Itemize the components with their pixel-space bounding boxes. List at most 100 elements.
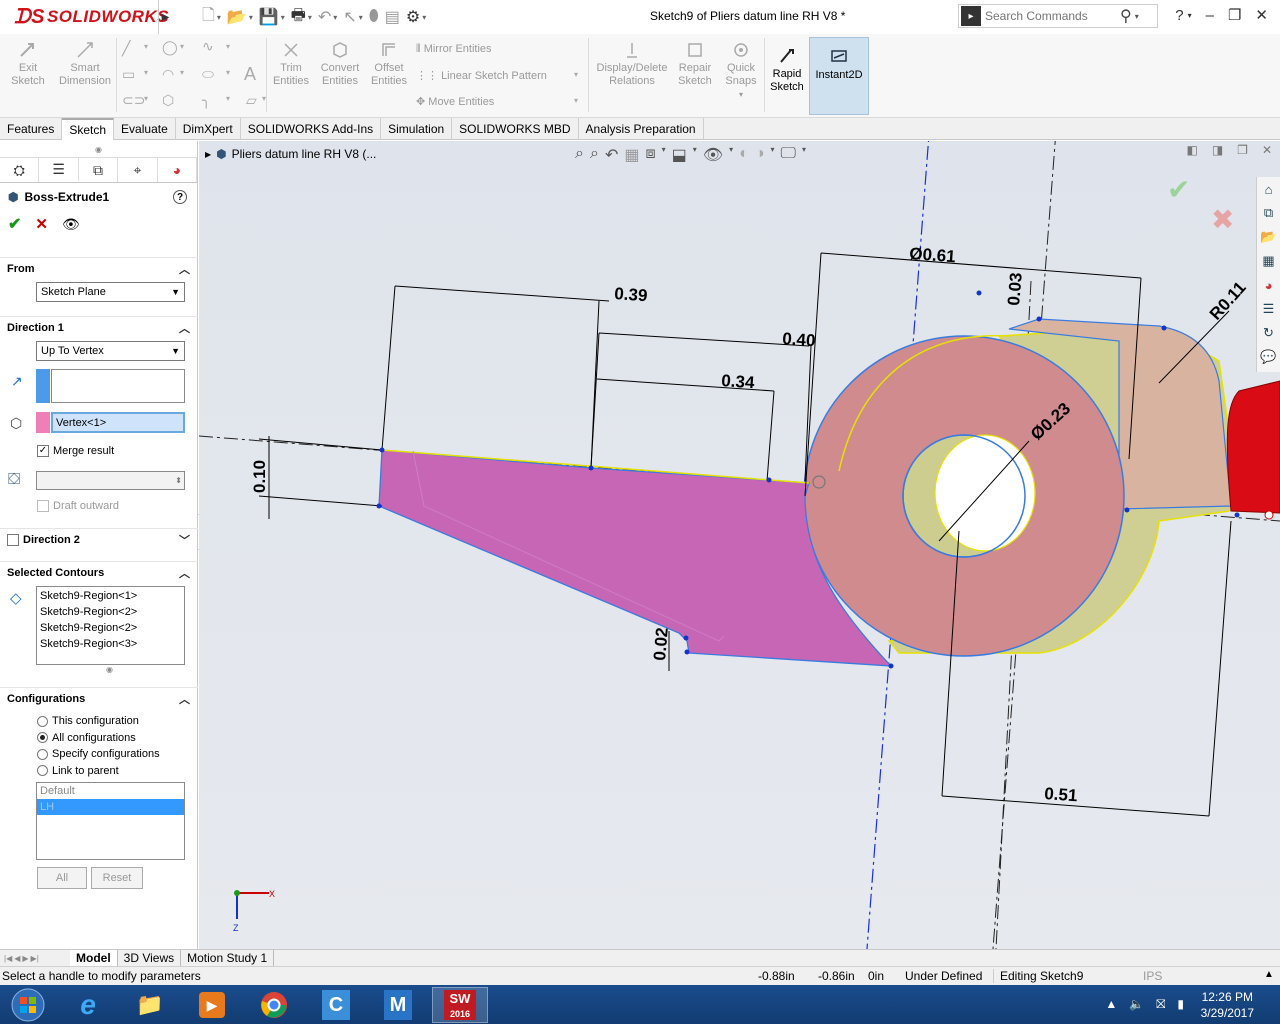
tab-mbd[interactable]: SOLIDWORKS MBD [452,118,579,140]
tab-sketch[interactable]: Sketch [62,118,115,140]
display-style-caret-icon[interactable]: ▾ [693,145,697,165]
design-library-icon[interactable]: ⧉ [1257,201,1280,225]
view-orientation-icon[interactable]: ⧈ [645,145,655,165]
undo-icon[interactable]: ↶ [318,7,331,27]
draft-angle-field[interactable]: ⬍ [36,471,185,490]
edit-appearance-icon[interactable]: ◐ [739,145,749,165]
repair-sketch-button[interactable]: Repair Sketch [674,40,716,88]
status-caret-icon[interactable]: ▲ [1264,969,1274,980]
radio-link-to-parent[interactable]: Link to parent [37,763,160,780]
network-icon[interactable]: ⛝ [1156,997,1165,1012]
arc-caret-icon[interactable]: ▾ [180,68,184,77]
move-entities-button[interactable]: ✥ Move Entities [416,95,494,108]
mirror-entities-button[interactable]: ⫴ Mirror Entities [416,43,492,56]
hide-show-caret-icon[interactable]: ▾ [729,145,733,165]
property-manager-tab[interactable]: ☰ [39,158,79,182]
circle-caret-icon[interactable]: ▾ [180,42,184,51]
file-explorer-icon[interactable]: 📁 [122,987,178,1023]
minimize-icon[interactable]: – [1206,7,1214,24]
configurations-list[interactable]: Default LH [36,782,185,860]
quick-snaps-caret-icon[interactable]: ▾ [720,88,762,101]
slot-caret-icon[interactable]: ▾ [144,94,148,103]
convert-entities-button[interactable]: Convert Entities [316,40,364,88]
collapse-chevron-icon[interactable]: ︿ [179,691,190,707]
tab-addins[interactable]: SOLIDWORKS Add-Ins [241,118,382,140]
confirm-cancel-icon[interactable]: ✖ [1211,203,1234,236]
zoom-to-fit-icon[interactable]: ⌕ [575,145,584,165]
viewport-next-icon[interactable]: ◨ [1212,143,1223,157]
undo-caret-icon[interactable]: ▾ [333,13,337,22]
rectangle-caret-icon[interactable]: ▾ [144,68,148,77]
list-item[interactable]: LH [37,799,184,815]
rebuild-icon[interactable]: ⬮ [369,8,379,26]
reset-button[interactable]: Reset [91,867,143,889]
spinner-icon[interactable]: ⬍ [175,476,182,485]
rectangle-icon[interactable]: ▭ [122,66,135,83]
confirm-check-icon[interactable]: ✔ [1167,173,1190,206]
tray-expand-icon[interactable]: ▲ [1105,997,1117,1012]
spline-icon[interactable]: ∿ [202,38,214,55]
vertex-selection-box[interactable]: Vertex<1> [51,412,185,433]
text-icon[interactable]: A [244,64,256,85]
rapid-sketch-button[interactable]: Rapid Sketch [766,46,808,94]
search-commands-box[interactable]: ▸ ⚲▾ [958,4,1158,28]
dim-010[interactable]: 0.10 [250,460,269,493]
exit-sketch-button[interactable]: Exit Sketch [6,40,50,88]
line-caret-icon[interactable]: ▾ [144,42,148,51]
options-gear-icon[interactable]: ⚙ [406,7,420,27]
file-explorer-icon[interactable]: 📂 [1257,225,1280,249]
new-document-icon[interactable]: 🗋 [202,4,215,31]
help-caret-icon[interactable]: ▾ [1188,11,1192,20]
graphics-area[interactable]: Ø0.61 0.39 0.40 0.34 0.03 R0.11 Ø0.23 0.… [199,141,1280,949]
zoom-to-area-icon[interactable]: ⌕ [590,145,599,165]
radio-all-configurations[interactable]: All configurations [37,730,160,747]
media-player-icon[interactable]: ▶ [184,987,240,1023]
dim-002[interactable]: 0.02 [650,627,672,662]
menu-expand-arrow-icon[interactable]: ▶ [158,0,172,34]
forum-icon[interactable]: ↻ [1257,321,1280,345]
instant2d-button[interactable]: Instant2D [809,37,869,115]
appearances-icon[interactable]: ◕ [1257,273,1280,297]
radio-specify-configurations[interactable]: Specify configurations [37,746,160,763]
dim-051[interactable]: 0.51 [1044,784,1078,805]
display-manager-tab[interactable]: ◕ [158,158,198,182]
configuration-manager-tab[interactable]: ⧉ [79,158,119,182]
previous-view-icon[interactable]: ↶ [605,145,618,165]
merge-result-checkbox[interactable]: ✓ Merge result [37,445,114,458]
dim-dia-061[interactable]: Ø0.61 [909,244,957,266]
tab-analysis-preparation[interactable]: Analysis Preparation [579,118,704,140]
tab-simulation[interactable]: Simulation [381,118,453,140]
feature-tree-flyout[interactable]: ▶ ⬢ Pliers datum line RH V8 (... [205,147,376,161]
search-input[interactable] [985,9,1120,23]
close-icon[interactable]: ✕ [1255,6,1268,24]
direction-vector-box[interactable] [51,369,185,403]
dim-003[interactable]: 0.03 [1004,272,1026,307]
quick-snaps-button[interactable]: Quick Snaps ▾ [720,40,762,101]
linear-pattern-button[interactable]: ⋮⋮ Linear Sketch Pattern [416,69,547,82]
flyout-expand-icon[interactable]: ▶ [205,150,211,159]
line-icon[interactable]: ╱ [122,40,130,57]
trim-entities-button[interactable]: Trim Entities [270,40,312,88]
solidworks-resources-icon[interactable]: ⌂ [1257,177,1280,201]
view-settings-icon[interactable]: 🖵 [781,145,796,165]
panel-collapse-handle[interactable]: ◉ [0,141,197,157]
circle-icon[interactable]: ◯ [162,39,178,56]
list-item[interactable]: Sketch9-Region<1> [37,588,184,604]
list-item[interactable]: Sketch9-Region<2> [37,604,184,620]
pattern-caret-icon[interactable]: ▾ [574,70,578,79]
c-app-icon[interactable]: C [308,987,364,1023]
plane-icon[interactable]: ▱ [246,92,257,109]
internet-explorer-icon[interactable]: e [60,987,116,1023]
tab-3d-views[interactable]: 3D Views [118,950,182,966]
ok-check-icon[interactable]: ✔ [8,214,21,234]
smart-dimension-button[interactable]: Smart Dimension [56,40,114,88]
tab-model[interactable]: Model [70,950,118,966]
save-icon[interactable]: 💾 [259,7,279,27]
display-delete-relations-button[interactable]: Display/Delete Relations [592,40,672,88]
reverse-direction-arrow-icon[interactable]: ↗ [11,373,23,390]
print-caret-icon[interactable]: ▾ [308,13,312,22]
status-units[interactable]: IPS [1143,969,1162,983]
collapse-chevron-icon[interactable]: ︿ [179,261,190,277]
from-section-header[interactable]: From ︿ [0,257,198,279]
ellipse-caret-icon[interactable]: ▾ [226,68,230,77]
